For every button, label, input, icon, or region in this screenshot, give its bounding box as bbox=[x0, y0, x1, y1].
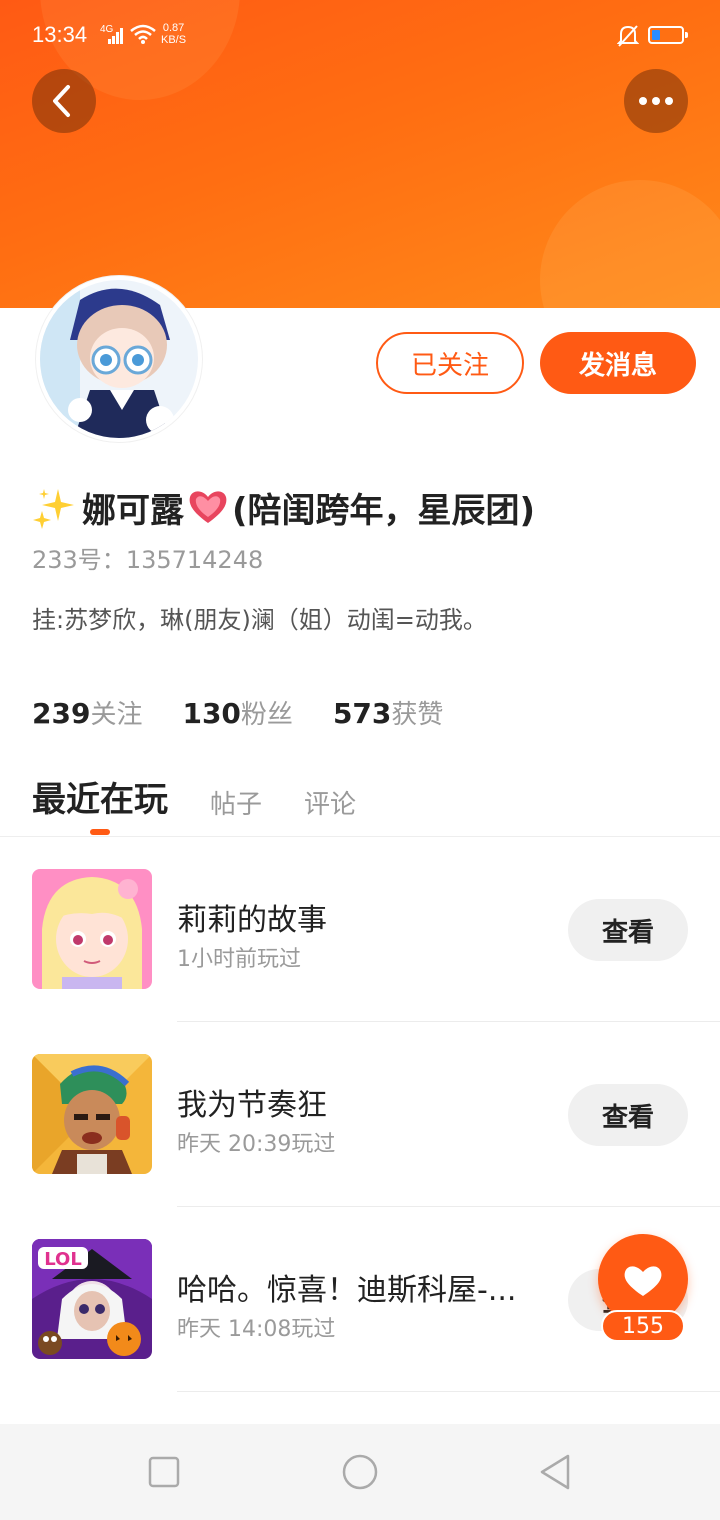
sparkle-icon bbox=[33, 489, 74, 529]
back-icon bbox=[53, 85, 70, 117]
stat-label: 粉丝 bbox=[240, 700, 293, 730]
wifi-icon bbox=[130, 24, 156, 44]
tab-comments[interactable]: 评论 bbox=[304, 784, 356, 821]
back-button[interactable] bbox=[32, 69, 96, 133]
game-icon-text: LOL bbox=[44, 1249, 82, 1270]
bell-muted-icon bbox=[617, 25, 639, 47]
avatar[interactable] bbox=[36, 276, 202, 442]
nav-back-triangle-icon[interactable] bbox=[536, 1452, 576, 1492]
stat-number: 239 bbox=[32, 697, 91, 730]
status-time: 13:34 bbox=[32, 22, 88, 47]
played-time: 1小时前玩过 bbox=[177, 947, 301, 972]
avatar-illustration bbox=[40, 280, 198, 438]
stat-number: 573 bbox=[332, 697, 392, 730]
nav-square-icon[interactable] bbox=[144, 1452, 184, 1492]
played-time: 昨天 14:08玩过 bbox=[177, 1317, 336, 1342]
tab-recently-played[interactable]: 最近在玩 bbox=[32, 772, 168, 821]
speed-value: 0.87 bbox=[162, 22, 185, 34]
status-bar: 13:34 4G 0.87 KB/S bbox=[0, 0, 720, 72]
game-title: 我为节奏狂 bbox=[177, 1088, 327, 1123]
stat-likes[interactable]: 573 获赞 bbox=[333, 694, 443, 731]
profile-name-suffix: (陪闺跨年，星辰团) bbox=[232, 490, 536, 531]
more-button[interactable] bbox=[624, 69, 688, 133]
signal-icon bbox=[108, 28, 124, 44]
speed-unit: KB/S bbox=[161, 34, 187, 46]
profile-name-text: 娜可露 bbox=[82, 490, 184, 531]
profile-stats: 239 关注 130 粉丝 573 获赞 bbox=[32, 694, 483, 731]
send-message-button[interactable]: 发消息 bbox=[540, 332, 696, 394]
like-count: 155 bbox=[601, 1310, 685, 1342]
profile-bio: 挂:苏梦欣，琳(朋友)澜（姐）动闺=动我。 bbox=[32, 606, 487, 634]
view-button[interactable]: 查看 bbox=[568, 1084, 688, 1146]
system-nav-bar bbox=[0, 1424, 720, 1520]
more-icon bbox=[639, 97, 673, 105]
stat-following[interactable]: 239 关注 bbox=[32, 694, 142, 731]
view-button[interactable]: 查看 bbox=[568, 899, 688, 961]
game-icon bbox=[32, 869, 152, 989]
stat-fans[interactable]: 130 粉丝 bbox=[182, 694, 292, 731]
user-id-label: 233号： bbox=[32, 546, 126, 574]
divider bbox=[177, 1391, 720, 1392]
tab-posts[interactable]: 帖子 bbox=[210, 784, 262, 821]
game-title: 哈哈。惊喜！迪斯科屋-... bbox=[177, 1273, 517, 1308]
banner-decoration bbox=[540, 180, 720, 308]
stat-label: 关注 bbox=[90, 700, 143, 730]
stat-number: 130 bbox=[182, 697, 241, 730]
follow-button[interactable]: 已关注 bbox=[376, 332, 524, 394]
heart-icon bbox=[189, 491, 227, 523]
game-icon: LOL bbox=[32, 1239, 152, 1359]
game-icon bbox=[32, 1054, 152, 1174]
user-id-value: 135714248 bbox=[125, 546, 264, 574]
network-speed: 0.87 KB/S bbox=[161, 22, 186, 46]
list-item[interactable]: 莉莉的故事 1小时前玩过 查看 bbox=[0, 837, 720, 1022]
stat-label: 获赞 bbox=[391, 700, 444, 730]
battery-icon bbox=[648, 26, 688, 44]
game-title: 莉莉的故事 bbox=[177, 903, 327, 938]
profile-name: 娜可露 (陪闺跨年，星辰团) bbox=[32, 480, 535, 534]
list-item[interactable]: 我为节奏狂 昨天 20:39玩过 查看 bbox=[0, 1022, 720, 1207]
active-tab-indicator bbox=[90, 829, 110, 835]
nav-circle-icon[interactable] bbox=[340, 1452, 380, 1492]
played-time: 昨天 20:39玩过 bbox=[177, 1132, 336, 1157]
profile-tabs: 最近在玩 帖子 评论 bbox=[32, 772, 398, 821]
user-id: 233号：135714248 bbox=[32, 540, 263, 575]
